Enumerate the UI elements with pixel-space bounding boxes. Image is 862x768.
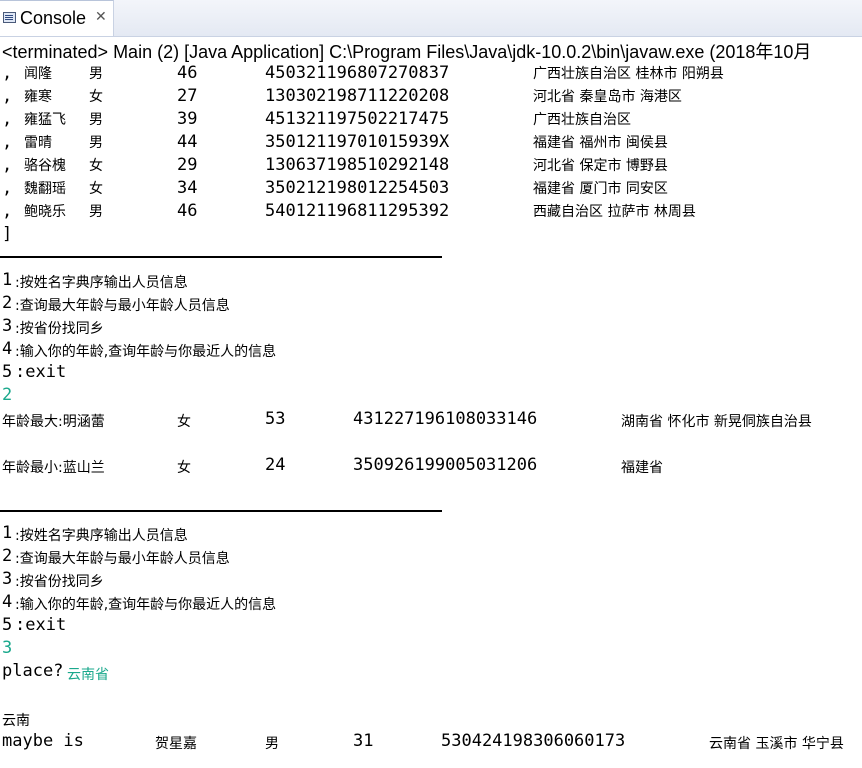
menu-number: 4 <box>2 592 13 612</box>
person-region: 西藏自治区 拉萨市 林周县 <box>533 204 696 220</box>
person-region: 广西壮族自治区 <box>533 112 631 128</box>
menu-text: :按省份找同乡 <box>15 321 104 337</box>
menu-number: 5 <box>2 362 13 382</box>
match-prefix: maybe is <box>2 731 84 751</box>
row-prefix: , <box>2 132 13 152</box>
person-gender: 女 <box>177 460 191 476</box>
tab-console-label: Console <box>20 8 87 28</box>
person-region: 福建省 福州市 闽侯县 <box>533 135 668 151</box>
person-age: 39 <box>177 109 198 129</box>
person-region: 湖南省 怀化市 新晃侗族自治县 <box>621 414 812 430</box>
person-name: 鲍晓乐 <box>24 204 66 220</box>
menu-text: :查询最大年龄与最小年龄人员信息 <box>15 298 230 314</box>
person-gender: 男 <box>265 736 279 752</box>
person-name: 雍寒 <box>24 89 52 105</box>
person-id: 350926199005031206 <box>353 455 538 475</box>
person-gender: 男 <box>89 204 103 220</box>
menu-number: 5 <box>2 615 13 635</box>
console-tab-bar: Console ✕ <box>0 0 862 37</box>
person-region: 福建省 <box>621 460 663 476</box>
person-gender: 女 <box>89 89 103 105</box>
tab-console[interactable]: Console ✕ <box>0 0 114 36</box>
person-age: 53 <box>265 409 286 429</box>
person-gender: 女 <box>177 414 191 430</box>
person-region: 河北省 秦皇岛市 海港区 <box>533 89 682 105</box>
person-id: 540121196811295392 <box>265 201 450 221</box>
row-prefix: , <box>2 155 13 175</box>
person-id: 431227196108033146 <box>353 409 538 429</box>
person-id: 530424198306060173 <box>441 731 626 751</box>
row-prefix: , <box>2 63 13 83</box>
row-prefix: , <box>2 201 13 221</box>
person-id: 130302198711220208 <box>265 86 450 106</box>
separator-line <box>0 256 442 258</box>
person-id: 350212198012254503 <box>265 178 450 198</box>
row-prefix: , <box>2 109 13 129</box>
person-region: 河北省 保定市 博野县 <box>533 158 668 174</box>
person-id: 451321197502217475 <box>265 109 450 129</box>
person-age: 34 <box>177 178 198 198</box>
person-gender: 女 <box>89 181 103 197</box>
person-name: 雷晴 <box>24 135 52 151</box>
person-age: 24 <box>265 455 286 475</box>
menu-number: 3 <box>2 569 13 589</box>
menu-text: :按姓名字典序输出人员信息 <box>15 528 188 544</box>
menu-text: :按姓名字典序输出人员信息 <box>15 275 188 291</box>
separator-line <box>0 510 442 512</box>
menu-text: :exit <box>15 362 67 382</box>
close-icon[interactable]: ✕ <box>95 9 107 25</box>
menu-number: 1 <box>2 523 13 543</box>
menu-number: 4 <box>2 339 13 359</box>
person-region: 广西壮族自治区 桂林市 阳朔县 <box>533 66 724 82</box>
person-name: 魏翻瑶 <box>24 181 66 197</box>
menu-text: :输入你的年龄,查询年龄与你最近人的信息 <box>15 597 277 613</box>
menu-text: :查询最大年龄与最小年龄人员信息 <box>15 551 230 567</box>
place-input: 云南省 <box>67 667 109 683</box>
person-age: 29 <box>177 155 198 175</box>
menu-text: :输入你的年龄,查询年龄与你最近人的信息 <box>15 344 277 360</box>
person-name: 骆谷槐 <box>24 158 66 174</box>
person-id: 35012119701015939X <box>265 132 450 152</box>
menu-text: :按省份找同乡 <box>15 574 104 590</box>
person-id: 130637198510292148 <box>265 155 450 175</box>
person-name: 闻隆 <box>24 66 52 82</box>
person-age: 46 <box>177 63 198 83</box>
menu-text: :exit <box>15 615 67 635</box>
person-gender: 女 <box>89 158 103 174</box>
person-gender: 男 <box>89 135 103 151</box>
place-prompt: place? <box>2 661 64 681</box>
result-label: 年龄最大:明涵蕾 <box>2 414 105 430</box>
person-name: 雍猛飞 <box>24 112 66 128</box>
user-input: 2 <box>2 385 13 405</box>
person-age: 31 <box>353 731 374 751</box>
menu-number: 1 <box>2 270 13 290</box>
process-status-line: <terminated> Main (2) [Java Application]… <box>2 42 812 62</box>
person-id: 450321196807270837 <box>265 63 450 83</box>
row-prefix: , <box>2 86 13 106</box>
person-age: 27 <box>177 86 198 106</box>
menu-number: 2 <box>2 546 13 566</box>
person-region: 福建省 厦门市 同安区 <box>533 181 668 197</box>
user-input: 3 <box>2 638 13 658</box>
person-age: 44 <box>177 132 198 152</box>
person-name: 贺星嘉 <box>155 736 197 752</box>
person-gender: 男 <box>89 112 103 128</box>
row-prefix: , <box>2 178 13 198</box>
menu-number: 2 <box>2 293 13 313</box>
person-gender: 男 <box>89 66 103 82</box>
console-icon <box>3 12 16 23</box>
province-label: 云南 <box>2 713 30 729</box>
closing-bracket: ] <box>2 224 13 244</box>
person-region: 云南省 玉溪市 华宁县 <box>709 736 844 752</box>
result-label: 年龄最小:蓝山兰 <box>2 460 105 476</box>
person-age: 46 <box>177 201 198 221</box>
menu-number: 3 <box>2 316 13 336</box>
